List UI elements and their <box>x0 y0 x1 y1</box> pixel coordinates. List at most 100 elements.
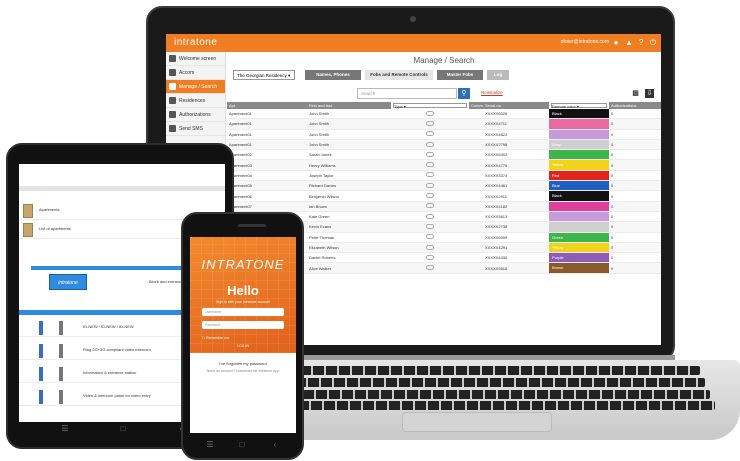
column-header[interactable]: Authorizations <box>609 102 661 109</box>
user-icon[interactable]: ● <box>611 38 621 48</box>
auth-cell: 0 <box>609 159 661 171</box>
back-icon[interactable]: ‹ <box>270 440 280 450</box>
tab-master-fobs[interactable]: Master Fobs <box>437 70 483 80</box>
menu-icon[interactable]: ☰ <box>205 440 215 450</box>
product-image <box>39 344 43 358</box>
password-input[interactable]: Password <box>202 321 284 329</box>
search-icon <box>169 83 176 90</box>
banner-text: Block and entrance <box>149 279 184 284</box>
color-swatch: Yellow <box>549 160 609 170</box>
comment-cell <box>469 262 483 274</box>
comment-icon[interactable] <box>426 244 434 250</box>
comment-cell <box>469 118 483 130</box>
divider <box>19 186 225 191</box>
comment-cell <box>469 211 483 223</box>
comment-icon[interactable] <box>426 120 434 126</box>
list-item-label: Apartments <box>39 207 60 212</box>
keyboard-row <box>290 390 710 399</box>
power-icon[interactable]: ⏻ <box>648 38 658 48</box>
table-header: Apt. First and last Type ▾ Comment Seria… <box>227 102 661 109</box>
sidebar-item-accom[interactable]: Accom <box>166 66 225 80</box>
serial-cell: XXXXX2911 <box>483 190 549 202</box>
auth-cell: 0 <box>609 232 661 243</box>
home-icon[interactable]: □ <box>118 424 128 434</box>
comment-icon[interactable] <box>426 193 434 199</box>
column-header[interactable]: Remote color ▾ <box>549 102 609 109</box>
table-row[interactable]: Apartment07 Ian Brown XXXXX4182 0 <box>227 201 661 212</box>
table-row[interactable]: Apartment06 Benjamin Wilson XXXXX2911 Black… <box>227 190 661 202</box>
table-row[interactable]: Apartment05 Richard Davies XXXXX4461 Blue 0 <box>227 180 661 192</box>
type-cell <box>391 190 469 202</box>
serial-cell: XXXXX5518 <box>483 262 549 274</box>
column-header[interactable]: Comment <box>469 102 483 109</box>
comment-cell <box>469 190 483 202</box>
column-header[interactable]: Serial no. <box>483 102 549 109</box>
auth-cell: 0 <box>609 262 661 274</box>
reinitialize-link[interactable]: Reinitialize <box>481 90 503 95</box>
auth-cell: 0 <box>609 221 661 233</box>
comment-icon[interactable] <box>426 203 434 209</box>
comment-cell <box>469 242 483 254</box>
table-row[interactable]: Apartment04 Joseph Taylor XXXXX3374 Red 0 <box>227 170 661 182</box>
bell-icon[interactable]: ▲ <box>624 38 634 48</box>
help-icon[interactable]: ? <box>636 38 646 48</box>
search-button[interactable]: ⚲ <box>458 88 470 99</box>
comment-icon[interactable] <box>426 265 434 271</box>
residence-select[interactable]: The Georgian Residency ▾ <box>233 70 295 80</box>
tab-names-phones[interactable]: Names, Phones <box>305 70 361 80</box>
sidebar-item-residences[interactable]: Residences <box>166 94 225 108</box>
product-label: ID-NEW / ID-NEW / ID-NEW <box>83 324 134 329</box>
type-cell <box>391 180 469 192</box>
comment-icon[interactable] <box>426 213 434 219</box>
comment-icon[interactable] <box>426 141 434 147</box>
comment-icon[interactable] <box>426 162 434 168</box>
comment-icon[interactable] <box>426 151 434 157</box>
comment-icon[interactable] <box>426 131 434 137</box>
serial-cell: XXXXX2798 <box>483 139 549 151</box>
serial-cell: XXXXX6402 <box>483 149 549 161</box>
comment-icon[interactable] <box>426 223 434 229</box>
sidebar-item-send-sms[interactable]: Send SMS <box>166 122 225 136</box>
comment-icon[interactable] <box>426 182 434 188</box>
forgot-password-link[interactable]: I've forgotten my password <box>190 361 296 366</box>
color-swatch: Black <box>549 191 609 201</box>
login-button[interactable]: LOG IN <box>220 343 266 350</box>
username-input[interactable]: Username <box>202 308 284 316</box>
comment-icon[interactable] <box>426 254 434 260</box>
comment-icon[interactable] <box>426 172 434 178</box>
apt-cell: Apartment01 <box>227 109 307 120</box>
column-header[interactable]: First and last <box>307 102 391 109</box>
sidebar-item-authorizations[interactable]: Authorizations <box>166 108 225 122</box>
color-swatch: Grey <box>549 139 609 149</box>
color-cell: Black <box>549 109 609 120</box>
comment-icon[interactable] <box>426 234 434 240</box>
export-icon[interactable]: ⇩ <box>645 89 654 98</box>
remember-checkbox[interactable]: ☐ Remember me <box>202 336 229 340</box>
user-icon <box>169 69 176 76</box>
print-icon[interactable]: ▩ <box>631 89 640 98</box>
color-cell <box>549 221 609 233</box>
type-cell <box>391 109 469 120</box>
sidebar-item-welcome[interactable]: Welcome screen <box>166 52 225 66</box>
tab-fobs-remote[interactable]: Fobs and Remote Controls <box>365 70 433 80</box>
search-input[interactable]: Search <box>357 88 457 99</box>
table-row[interactable]: Apartment01 John Smith XXXXX6326 Black 0 <box>227 109 661 120</box>
tab-log[interactable]: Log <box>487 70 509 80</box>
column-header[interactable]: Apt. <box>227 102 307 109</box>
phone-speaker <box>238 224 266 227</box>
table-row[interactable]: Apartment03 Henry Williams XXXXX4775 Yellow… <box>227 159 661 171</box>
home-icon[interactable]: □ <box>237 440 247 450</box>
sidebar-item-manage-search[interactable]: Manage / Search <box>166 80 225 94</box>
menu-icon[interactable]: ☰ <box>60 424 70 434</box>
user-email[interactable]: olivier@intratone.com <box>561 39 609 45</box>
login-subtitle: Sign in with your Intratone account <box>216 300 270 304</box>
table-row[interactable]: Apartment01 John Smith XXXXX4711 0 <box>227 118 661 130</box>
table-row[interactable]: Apartment01 John Smith XXXXX2798 Grey 0 <box>227 139 661 151</box>
comment-icon[interactable] <box>426 110 434 116</box>
color-cell <box>549 118 609 130</box>
serial-cell: XXXXX3374 <box>483 170 549 182</box>
table-row[interactable]: Apartment01 John Smith XXXXX4822 0 <box>227 129 661 140</box>
table-row[interactable]: Apartment02 Sarah Jones XXXXX6402 0 <box>227 149 661 161</box>
column-header[interactable]: Type ▾ <box>391 102 469 109</box>
serial-cell: XXXXX6099 <box>483 232 549 243</box>
